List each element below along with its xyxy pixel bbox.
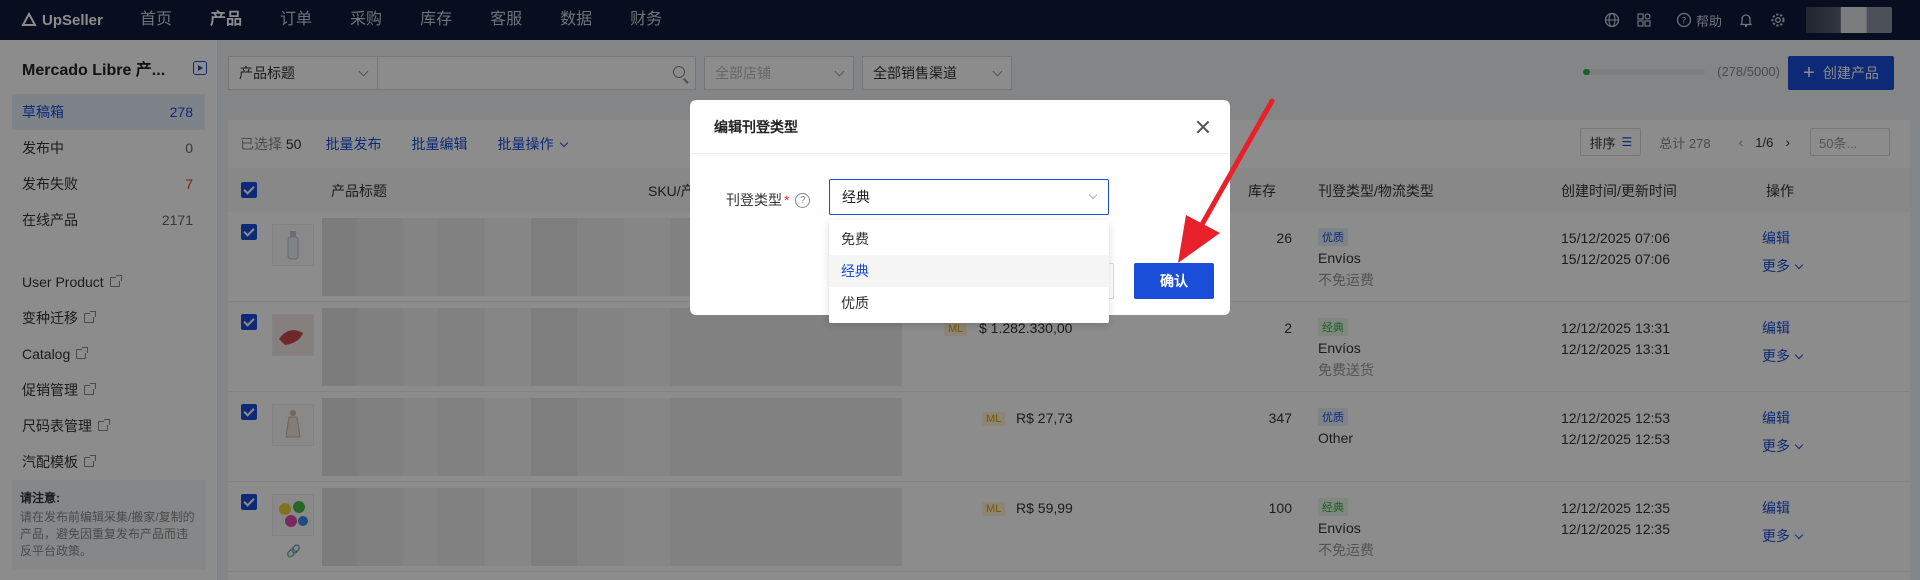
option-free[interactable]: 免费 xyxy=(829,223,1109,255)
option-premium[interactable]: 优质 xyxy=(829,287,1109,319)
modal-header: 编辑刊登类型 xyxy=(690,100,1230,154)
field-label-text: 刊登类型 xyxy=(726,192,782,208)
option-classic[interactable]: 经典 xyxy=(829,255,1109,287)
annotation-arrow-icon xyxy=(1178,98,1275,263)
required-mark: * xyxy=(784,192,790,208)
listing-type-dropdown: 免费 经典 优质 xyxy=(829,220,1109,323)
help-circle-icon[interactable]: ? xyxy=(795,192,811,208)
listing-type-select-value: 经典 xyxy=(842,189,870,205)
chevron-down-icon xyxy=(1088,190,1098,200)
modal-title: 编辑刊登类型 xyxy=(714,118,798,135)
listing-type-label: 刊登类型 * ? xyxy=(726,190,811,210)
listing-type-select[interactable]: 经典 xyxy=(829,179,1109,215)
